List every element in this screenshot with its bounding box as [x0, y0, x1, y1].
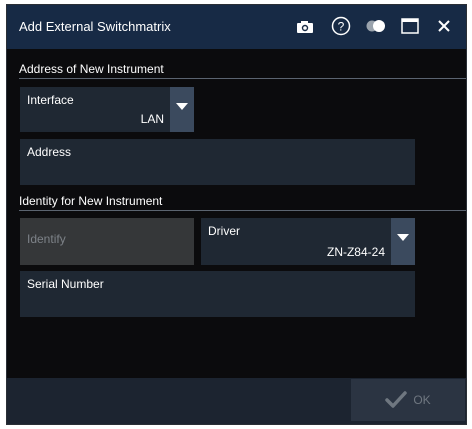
add-switchmatrix-dialog: Add External Switchmatrix ? Address of N…	[6, 4, 467, 425]
identify-label: Identify	[27, 232, 66, 246]
driver-select[interactable]: Driver ZN-Z84-24	[201, 218, 415, 265]
svg-text:?: ?	[338, 20, 345, 34]
address-section-header: Address of New Instrument	[19, 62, 164, 76]
identity-section-header: Identity for New Instrument	[19, 194, 163, 208]
maximize-icon[interactable]	[399, 15, 421, 37]
chevron-down-icon	[397, 234, 409, 241]
toggle-icon[interactable]	[365, 15, 387, 37]
interface-dropdown-button[interactable]	[170, 87, 194, 132]
driver-value: ZN-Z84-24	[326, 245, 385, 259]
camera-icon[interactable]	[294, 15, 316, 37]
serial-number-label: Serial Number	[27, 277, 104, 291]
checkmark-icon	[385, 391, 408, 408]
help-icon[interactable]: ?	[330, 15, 352, 37]
chevron-down-icon	[176, 103, 188, 110]
address-section-divider	[19, 78, 466, 79]
identity-section-divider	[19, 210, 466, 211]
address-label: Address	[27, 145, 72, 159]
ok-button[interactable]: OK	[351, 379, 465, 421]
driver-label: Driver	[208, 224, 240, 238]
close-icon[interactable]	[433, 15, 455, 37]
interface-select[interactable]: Interface LAN	[20, 87, 194, 132]
serial-number-field[interactable]: Serial Number	[20, 271, 415, 317]
identify-button[interactable]: Identify	[20, 218, 194, 265]
address-field[interactable]: Address	[20, 139, 415, 185]
dialog-title: Add External Switchmatrix	[19, 19, 171, 34]
dialog-footer: OK	[7, 378, 466, 424]
driver-dropdown-button[interactable]	[391, 218, 415, 265]
title-bar: Add External Switchmatrix ?	[7, 5, 466, 49]
interface-label: Interface	[27, 93, 74, 107]
interface-value: LAN	[140, 112, 164, 126]
ok-label: OK	[413, 393, 431, 407]
